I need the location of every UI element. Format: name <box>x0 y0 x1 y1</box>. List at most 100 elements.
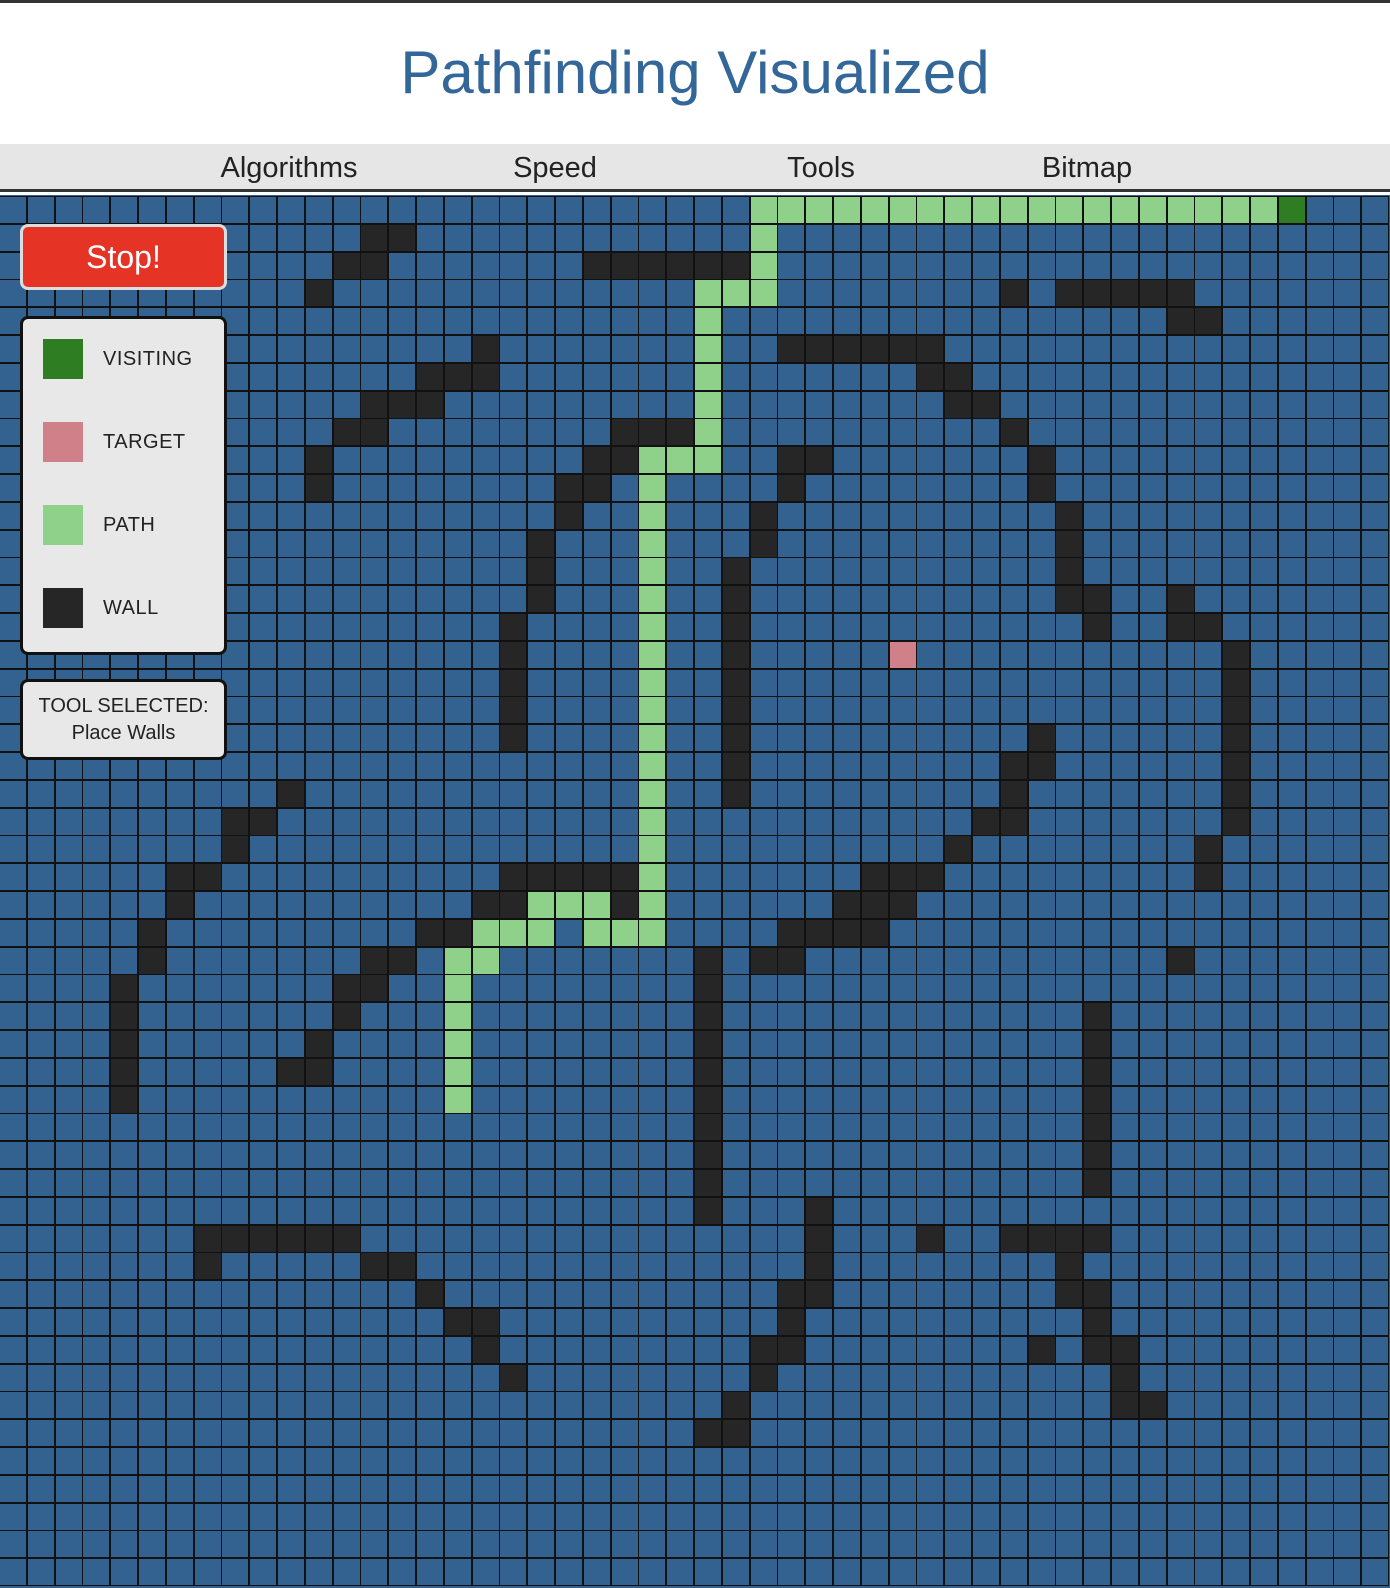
grid-cell-empty[interactable] <box>360 1447 388 1475</box>
grid-cell-empty[interactable] <box>444 1558 472 1586</box>
grid-cell-empty[interactable] <box>833 224 861 252</box>
grid-cell-empty[interactable] <box>1361 1169 1389 1197</box>
grid-cell-empty[interactable] <box>305 724 333 752</box>
grid-cell-empty[interactable] <box>416 1336 444 1364</box>
grid-cell-empty[interactable] <box>388 613 416 641</box>
grid-cell-empty[interactable] <box>110 1225 138 1253</box>
grid-cell-empty[interactable] <box>499 1530 527 1558</box>
grid-cell-empty[interactable] <box>1306 474 1334 502</box>
grid-cell-empty[interactable] <box>611 1503 639 1531</box>
grid-cell-empty[interactable] <box>499 474 527 502</box>
grid-cell-path[interactable] <box>750 279 778 307</box>
grid-cell-empty[interactable] <box>1028 279 1056 307</box>
grid-cell-empty[interactable] <box>249 502 277 530</box>
grid-cell-empty[interactable] <box>166 1002 194 1030</box>
grid-cell-empty[interactable] <box>611 335 639 363</box>
grid-cell-empty[interactable] <box>1139 613 1167 641</box>
grid-cell-empty[interactable] <box>916 1252 944 1280</box>
grid-cell-empty[interactable] <box>777 1141 805 1169</box>
grid-cell-empty[interactable] <box>416 1530 444 1558</box>
grid-cell-empty[interactable] <box>444 863 472 891</box>
grid-cell-empty[interactable] <box>499 279 527 307</box>
grid-cell-empty[interactable] <box>750 335 778 363</box>
grid-cell-empty[interactable] <box>0 1169 27 1197</box>
grid-cell-empty[interactable] <box>1278 919 1306 947</box>
grid-cell-empty[interactable] <box>416 446 444 474</box>
grid-cell-empty[interactable] <box>499 780 527 808</box>
grid-cell-empty[interactable] <box>722 418 750 446</box>
grid-cell-empty[interactable] <box>555 1530 583 1558</box>
grid-cell-empty[interactable] <box>555 418 583 446</box>
grid-cell-empty[interactable] <box>1194 557 1222 585</box>
grid-cell-empty[interactable] <box>194 891 222 919</box>
grid-cell-empty[interactable] <box>916 1197 944 1225</box>
grid-cell-empty[interactable] <box>333 919 361 947</box>
grid-cell-empty[interactable] <box>82 974 110 1002</box>
grid-cell-empty[interactable] <box>805 1336 833 1364</box>
grid-cell-empty[interactable] <box>583 835 611 863</box>
grid-cell-empty[interactable] <box>1278 1558 1306 1586</box>
grid-cell-path[interactable] <box>527 891 555 919</box>
grid-cell-empty[interactable] <box>27 1475 55 1503</box>
grid-cell-empty[interactable] <box>0 1141 27 1169</box>
grid-cell-empty[interactable] <box>638 1391 666 1419</box>
grid-cell-path[interactable] <box>750 252 778 280</box>
grid-cell-wall[interactable] <box>360 224 388 252</box>
grid-cell-empty[interactable] <box>27 1530 55 1558</box>
grid-cell-empty[interactable] <box>1333 418 1361 446</box>
grid-cell-empty[interactable] <box>1000 1364 1028 1392</box>
grid-cell-empty[interactable] <box>1306 780 1334 808</box>
grid-cell-empty[interactable] <box>1306 641 1334 669</box>
grid-cell-empty[interactable] <box>249 947 277 975</box>
grid-cell-wall[interactable] <box>360 418 388 446</box>
grid-cell-empty[interactable] <box>249 891 277 919</box>
grid-cell-empty[interactable] <box>805 1364 833 1392</box>
grid-cell-empty[interactable] <box>416 557 444 585</box>
grid-cell-empty[interactable] <box>555 613 583 641</box>
grid-cell-empty[interactable] <box>527 1058 555 1086</box>
grid-cell-empty[interactable] <box>472 1086 500 1114</box>
grid-cell-empty[interactable] <box>805 1058 833 1086</box>
grid-cell-empty[interactable] <box>110 1113 138 1141</box>
grid-cell-empty[interactable] <box>360 1475 388 1503</box>
grid-cell-empty[interactable] <box>611 585 639 613</box>
grid-cell-empty[interactable] <box>916 557 944 585</box>
grid-cell-empty[interactable] <box>666 474 694 502</box>
grid-cell-empty[interactable] <box>694 196 722 224</box>
grid-cell-empty[interactable] <box>1306 863 1334 891</box>
grid-cell-empty[interactable] <box>360 919 388 947</box>
grid-cell-empty[interactable] <box>666 1169 694 1197</box>
grid-cell-empty[interactable] <box>1194 335 1222 363</box>
grid-cell-empty[interactable] <box>694 1447 722 1475</box>
grid-cell-empty[interactable] <box>444 613 472 641</box>
grid-cell-empty[interactable] <box>166 1169 194 1197</box>
grid-cell-path[interactable] <box>1139 196 1167 224</box>
grid-cell-empty[interactable] <box>916 530 944 558</box>
grid-cell-empty[interactable] <box>1333 641 1361 669</box>
grid-cell-empty[interactable] <box>889 557 917 585</box>
grid-cell-empty[interactable] <box>138 1141 166 1169</box>
grid-cell-path[interactable] <box>638 530 666 558</box>
grid-cell-empty[interactable] <box>416 1558 444 1586</box>
grid-cell-empty[interactable] <box>416 1503 444 1531</box>
grid-cell-empty[interactable] <box>1250 780 1278 808</box>
grid-cell-empty[interactable] <box>416 502 444 530</box>
grid-cell-empty[interactable] <box>1361 446 1389 474</box>
grid-cell-empty[interactable] <box>1306 446 1334 474</box>
grid-cell-empty[interactable] <box>861 1225 889 1253</box>
grid-cell-empty[interactable] <box>944 1002 972 1030</box>
grid-cell-empty[interactable] <box>1194 1308 1222 1336</box>
grid-cell-empty[interactable] <box>1055 696 1083 724</box>
grid-cell-empty[interactable] <box>249 1113 277 1141</box>
grid-cell-empty[interactable] <box>1333 974 1361 1002</box>
grid-cell-path[interactable] <box>889 196 917 224</box>
grid-cell-empty[interactable] <box>889 224 917 252</box>
grid-cell-empty[interactable] <box>277 1308 305 1336</box>
grid-cell-path[interactable] <box>638 585 666 613</box>
grid-cell-empty[interactable] <box>1083 1419 1111 1447</box>
grid-cell-empty[interactable] <box>972 585 1000 613</box>
grid-cell-empty[interactable] <box>722 502 750 530</box>
grid-cell-empty[interactable] <box>1000 557 1028 585</box>
grid-cell-empty[interactable] <box>360 557 388 585</box>
grid-cell-empty[interactable] <box>638 279 666 307</box>
